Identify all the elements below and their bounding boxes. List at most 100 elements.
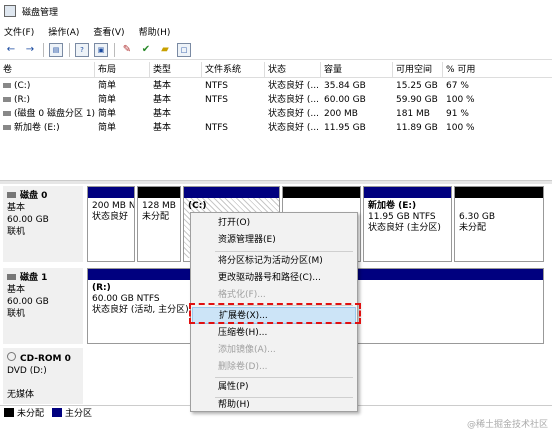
cell-free-space: 181 MB (396, 109, 430, 119)
volume-name: (R:) (14, 95, 31, 105)
volume-name: 新加卷 (E:) (14, 123, 60, 133)
menu-item-change-drive-letter[interactable]: 更改驱动器号和路径(C)... (192, 270, 356, 287)
partition-title: (C:) (188, 201, 207, 211)
cell-filesystem (202, 106, 265, 120)
partition-unallocated-small[interactable]: 128 MB 未分配 (137, 186, 181, 262)
column-header-filesystem[interactable]: 文件系统 (202, 62, 265, 77)
partition-bar (364, 187, 451, 198)
folder-icon[interactable]: ▰ (158, 43, 172, 57)
column-header-type[interactable]: 类型 (150, 62, 202, 77)
cell-capacity: 60.00 GB (324, 95, 366, 105)
menu-item-explorer[interactable]: 资源管理器(E) (192, 232, 356, 249)
legend-swatch-unallocated (4, 408, 14, 417)
partition-size: 11.95 GB NTFS (368, 212, 436, 222)
disk-management-app-icon (4, 5, 16, 17)
menu-item-help[interactable]: 帮助(H) (192, 397, 356, 414)
disk-1-status: 联机 (7, 309, 26, 319)
column-header-capacity[interactable]: 容量 (321, 62, 393, 77)
column-header-percent-free[interactable]: % 可用 (443, 62, 552, 77)
volume-list: 卷 布局 类型 文件系统 状态 容量 可用空间 % 可用 (C:) 简单 基本 NTF… (0, 62, 552, 180)
menu-action[interactable]: 操作(A) (46, 25, 81, 38)
partition-status: 状态良好 (主分区) (368, 223, 441, 233)
menu-separator (215, 377, 353, 378)
column-header-layout[interactable]: 布局 (95, 62, 150, 77)
cell-capacity: 11.95 GB (324, 123, 366, 133)
table-row[interactable]: (C:) 简单 基本 NTFS 状态良好 (... 35.84 GB 15.25 GB 67 … (0, 78, 552, 92)
cell-type: 基本 (153, 109, 172, 119)
menu-view[interactable]: 查看(V) (91, 25, 126, 38)
disk-icon (7, 192, 16, 198)
settings-icon[interactable]: ✎ (120, 43, 134, 57)
partition-unallocated[interactable]: 6.30 GB 未分配 (454, 186, 544, 262)
disk-1-label[interactable]: 磁盘 1 基本 60.00 GB 联机 (3, 268, 83, 344)
menu-bar: 文件(F) 操作(A) 查看(V) 帮助(H) (0, 22, 552, 40)
cell-free-space: 11.89 GB (396, 123, 438, 133)
cell-volume: (磁盘 0 磁盘分区 1) (0, 106, 95, 120)
table-row[interactable]: (R:) 简单 基本 NTFS 状态良好 (... 60.00 GB 59.90 GB 100… (0, 92, 552, 106)
title-bar: 磁盘管理 (0, 0, 552, 22)
menu-item-extend-volume[interactable]: 扩展卷(X)... (192, 307, 356, 324)
partition-status: 状态良好 (92, 212, 129, 222)
cell-filesystem: NTFS (205, 123, 228, 133)
console-icon[interactable]: ▣ (94, 42, 108, 57)
partition-title: 新加卷 (E:) (368, 201, 417, 211)
volume-icon (3, 97, 11, 102)
volume-icon (3, 111, 11, 116)
disk-0-name: 磁盘 0 (20, 191, 48, 201)
check-icon[interactable]: ✔ (139, 43, 153, 57)
table-row[interactable]: 新加卷 (E:) 简单 基本 NTFS 状态良好 (... 11.95 GB 11.89 G… (0, 120, 552, 134)
column-header-status[interactable]: 状态 (265, 62, 321, 77)
table-row[interactable]: (磁盘 0 磁盘分区 1) 简单 基本 状态良好 (... 200 MB 181 MB 91… (0, 106, 552, 120)
disk-0-size: 60.00 GB (7, 215, 49, 225)
disk-0-type: 基本 (7, 203, 26, 213)
partition-status: 未分配 (142, 212, 170, 222)
menu-item-shrink-volume[interactable]: 压缩卷(H)... (192, 325, 356, 342)
cdrom-name: CD-ROM 0 (20, 354, 71, 364)
partition-size: 128 MB (142, 201, 176, 211)
cell-free-space: 15.25 GB (396, 81, 438, 91)
toolbar-separator (43, 42, 44, 57)
menu-help[interactable]: 帮助(H) (137, 25, 173, 38)
cell-filesystem: NTFS (205, 81, 228, 91)
column-header-volume[interactable]: 卷 (0, 62, 95, 77)
cell-volume: (C:) (0, 78, 95, 92)
volume-list-header: 卷 布局 类型 文件系统 状态 容量 可用空间 % 可用 (0, 62, 552, 78)
menu-separator (215, 251, 353, 252)
forward-arrow-icon[interactable]: → (23, 43, 37, 57)
partition-status: 未分配 (459, 223, 487, 233)
back-arrow-icon[interactable]: ← (4, 43, 18, 57)
cell-volume: 新加卷 (E:) (0, 120, 95, 134)
volume-name: (磁盘 0 磁盘分区 1) (14, 109, 95, 119)
cell-layout: 简单 (98, 123, 117, 133)
menu-file[interactable]: 文件(F) (2, 25, 36, 38)
menu-item-open[interactable]: 打开(O) (192, 215, 356, 232)
cell-type: 基本 (153, 95, 172, 105)
disk-1-type: 基本 (7, 285, 26, 295)
cell-status: 状态良好 (... (268, 81, 319, 91)
menu-item-mark-active[interactable]: 将分区标记为活动分区(M) (192, 253, 356, 270)
partition-e-drive[interactable]: 新加卷 (E:) 11.95 GB NTFS 状态良好 (主分区) (363, 186, 452, 262)
window-icon[interactable]: □ (177, 42, 191, 57)
cdrom-icon (7, 352, 16, 361)
cell-percent-free: 91 % (446, 109, 469, 119)
partition-system[interactable]: 200 MB NT状态良好 (87, 186, 135, 262)
legend-label-unallocated: 未分配 (17, 409, 45, 419)
cell-free-space: 59.90 GB (396, 95, 438, 105)
menu-item-properties[interactable]: 属性(P) (192, 379, 356, 396)
partition-size: 6.30 GB (459, 212, 496, 222)
disk-1-size: 60.00 GB (7, 297, 49, 307)
cell-percent-free: 100 % (446, 123, 475, 133)
partition-bar (184, 187, 279, 198)
cdrom-label[interactable]: CD-ROM 0 DVD (D:) 无媒体 (3, 348, 83, 404)
partition-title: (R:) (92, 283, 111, 293)
volume-icon (3, 83, 11, 88)
help-icon[interactable]: ? (75, 42, 89, 57)
cell-status: 状态良好 (... (268, 109, 319, 119)
disk-0-label[interactable]: 磁盘 0 基本 60.00 GB 联机 (3, 186, 83, 262)
toolbar-separator (114, 42, 115, 57)
cell-capacity: 35.84 GB (324, 81, 366, 91)
column-header-free-space[interactable]: 可用空间 (393, 62, 443, 77)
cell-layout: 简单 (98, 95, 117, 105)
cell-layout: 简单 (98, 81, 117, 91)
properties-icon[interactable]: ▤ (49, 42, 63, 57)
